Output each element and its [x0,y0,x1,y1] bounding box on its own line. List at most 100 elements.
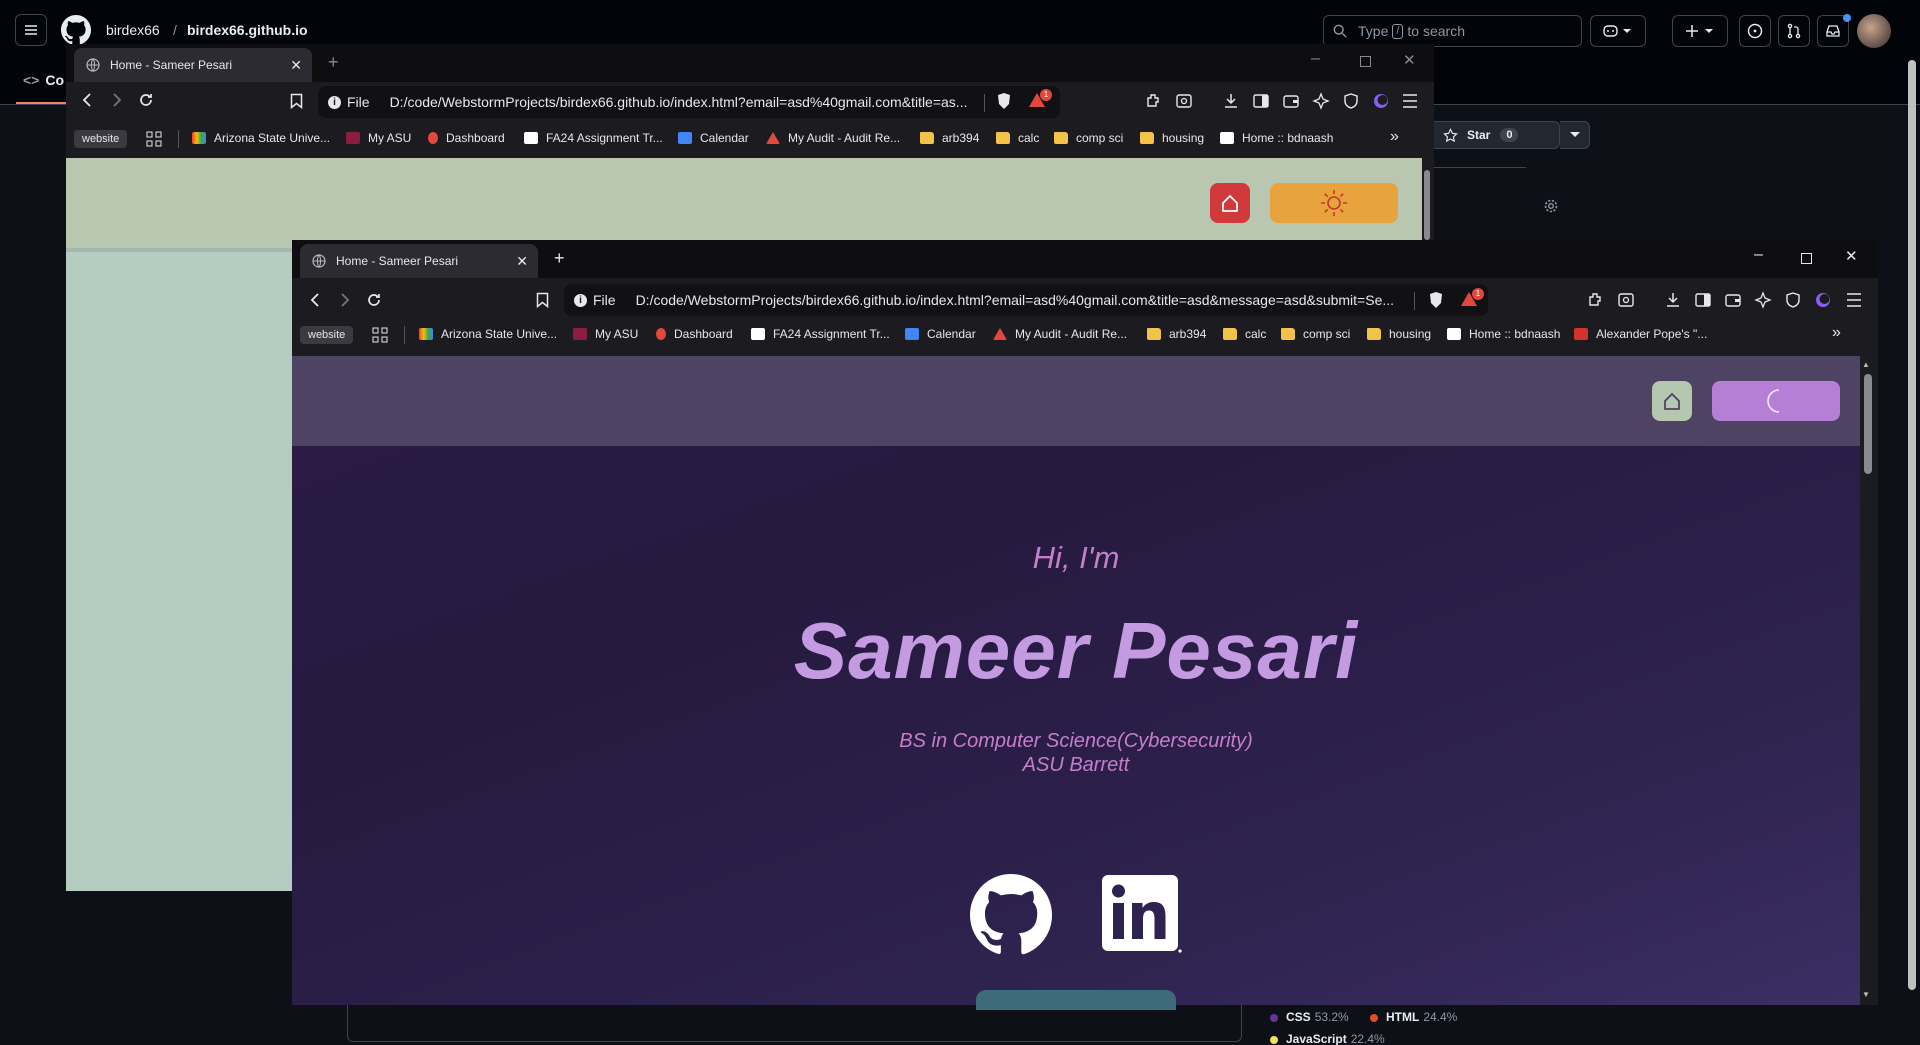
bookmark-dashboard[interactable]: Dashboard [428,131,505,145]
bookmark-calendar[interactable]: Calendar [678,131,749,145]
download-icon[interactable] [1664,291,1682,309]
bookmark-fa24[interactable]: FA24 Assignment Tr... [751,327,890,341]
bookmark-website[interactable]: website [300,326,354,344]
bookmark-housing[interactable]: housing [1140,131,1204,145]
menu-icon[interactable] [1402,94,1418,108]
language-html: HTML 24.4% [1370,1010,1457,1024]
tab-home-front[interactable]: Home - Sameer Pesari ✕ [300,244,538,278]
bookmark-asu-gmail[interactable]: Arizona State Unive... [419,327,557,341]
reload-icon[interactable] [138,92,154,108]
address-bar[interactable]: i File D:/code/WebstormProjects/birdex66… [318,86,1060,118]
minimize-icon[interactable]: – [1754,246,1763,264]
wallet-icon[interactable] [1282,92,1300,110]
bookmark-my-asu[interactable]: My ASU [573,327,638,341]
bookmark-calc[interactable]: calc [996,131,1039,145]
resume-button[interactable] [976,990,1176,1010]
maximize-icon[interactable] [1360,56,1371,67]
bookmark-comp-sci[interactable]: comp sci [1054,131,1123,145]
leo-ai-icon[interactable] [1312,92,1330,110]
extensions-icon[interactable] [1587,291,1605,309]
maximize-icon[interactable] [1801,253,1812,264]
forward-icon[interactable] [110,92,124,108]
menu-button[interactable] [15,14,47,46]
bookmark-divider [178,130,179,148]
sidebar-icon[interactable] [1252,92,1270,110]
theme-toggle-light[interactable] [1270,183,1398,223]
profile-icon[interactable] [1372,92,1390,110]
bookmark-calc[interactable]: calc [1223,327,1266,341]
create-new-button[interactable] [1672,15,1728,47]
avatar[interactable] [1857,14,1891,48]
brave-shield-icon[interactable] [1428,291,1444,309]
tab-home-back[interactable]: Home - Sameer Pesari ✕ [74,48,312,82]
leo-ai-icon[interactable] [1754,291,1772,309]
extensions-icon[interactable] [1145,92,1163,110]
github-logo-icon[interactable] [61,15,91,45]
star-button[interactable]: Star 0 [1430,121,1560,149]
close-window-icon[interactable]: ✕ [1403,51,1416,69]
wallet-icon[interactable] [1724,291,1742,309]
vpn-icon[interactable] [1342,92,1360,110]
bookmark-icon[interactable] [290,93,303,109]
back-icon[interactable] [80,92,94,108]
github-link-icon[interactable] [970,874,1052,956]
bookmark-housing[interactable]: housing [1367,327,1431,341]
bookmark-alexander-pope[interactable]: Alexander Pope's "... [1574,327,1707,341]
more-bookmarks-icon[interactable]: » [1390,128,1399,146]
sidebar-icon[interactable] [1694,291,1712,309]
back-icon[interactable] [308,292,322,308]
bookmark-arb394[interactable]: arb394 [1147,327,1206,341]
vpn-icon[interactable] [1784,291,1802,309]
bookmark-my-asu[interactable]: My ASU [346,131,411,145]
light-scrollbar-thumb[interactable] [1424,170,1430,240]
address-bar[interactable]: i File D:/code/WebstormProjects/birdex66… [564,284,1488,316]
scroll-up-icon[interactable]: ▲ [1862,360,1870,369]
bookmark-dashboard[interactable]: Dashboard [656,327,733,341]
screenshot-icon[interactable] [1617,291,1635,309]
dark-scrollbar-thumb[interactable] [1864,374,1872,474]
more-bookmarks-icon[interactable]: » [1832,324,1841,342]
bookmark-calendar[interactable]: Calendar [905,327,976,341]
theme-toggle-dark[interactable] [1712,381,1840,421]
bookmark-comp-sci[interactable]: comp sci [1281,327,1350,341]
bookmark-bdnaash[interactable]: Home :: bdnaash [1220,131,1333,145]
copilot-button[interactable] [1590,15,1646,47]
apps-grid-icon[interactable] [372,327,388,343]
screenshot-icon[interactable] [1175,92,1193,110]
reload-icon[interactable] [366,292,382,308]
gear-icon[interactable] [1543,198,1559,214]
new-tab-icon[interactable]: + [554,248,565,269]
forward-icon[interactable] [338,292,352,308]
scroll-down-icon[interactable]: ▼ [1862,990,1870,999]
page-scrollbar[interactable] [1908,60,1916,990]
bookmark-arb394[interactable]: arb394 [920,131,979,145]
pull-requests-button[interactable] [1778,15,1810,47]
repo-owner-link[interactable]: birdex66 [106,22,160,38]
home-button-light[interactable] [1210,183,1250,223]
close-window-icon[interactable]: ✕ [1845,247,1858,265]
repo-name-link[interactable]: birdex66.github.io [187,22,308,38]
star-dropdown-button[interactable] [1560,121,1590,149]
tab-code[interactable]: <> Co [23,72,64,88]
new-tab-icon[interactable]: + [328,52,339,73]
apps-grid-icon[interactable] [146,131,162,147]
close-tab-icon[interactable]: ✕ [516,253,528,270]
close-tab-icon[interactable]: ✕ [290,57,302,74]
search-input[interactable]: Type / to search [1323,15,1582,47]
download-icon[interactable] [1222,92,1240,110]
menu-icon[interactable] [1846,293,1862,307]
minimize-icon[interactable]: – [1311,50,1320,68]
profile-icon[interactable] [1814,291,1832,309]
bookmark-fa24[interactable]: FA24 Assignment Tr... [524,131,663,145]
bookmark-website[interactable]: website [74,130,128,148]
brave-shield-icon[interactable] [996,92,1012,110]
pull-request-icon [1787,23,1801,39]
bookmark-my-audit[interactable]: My Audit - Audit Re... [766,131,900,145]
issues-button[interactable] [1739,15,1771,47]
home-button-dark[interactable] [1652,381,1692,421]
bookmark-asu-gmail[interactable]: Arizona State Unive... [192,131,330,145]
linkedin-link-icon[interactable] [1102,875,1182,955]
bookmark-bdnaash[interactable]: Home :: bdnaash [1447,327,1560,341]
bookmark-my-audit[interactable]: My Audit - Audit Re... [993,327,1127,341]
bookmark-icon[interactable] [536,292,549,308]
